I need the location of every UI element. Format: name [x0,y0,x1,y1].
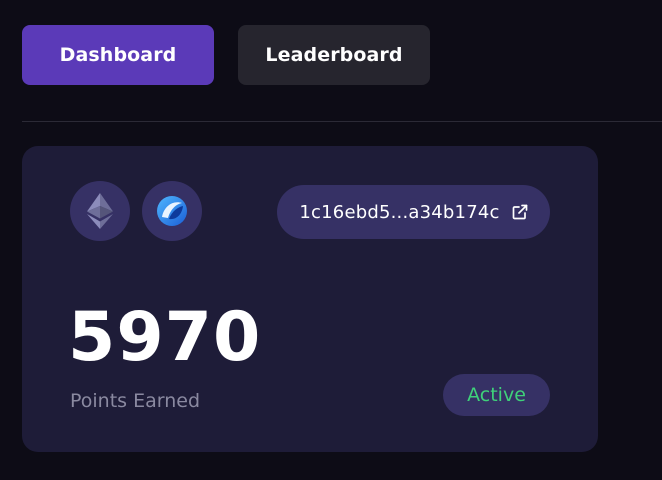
tab-leaderboard-label: Leaderboard [265,44,403,66]
tab-dashboard-label: Dashboard [59,44,177,66]
wallet-address-link[interactable]: 1c16ebd5...a34b174c [277,185,550,239]
secondary-chain-badge [142,181,202,241]
status-badge: Active [443,374,550,416]
page: Dashboard Leaderboard 1c16ebd5...a34b174… [0,0,662,480]
tab-leaderboard[interactable]: Leaderboard [238,25,430,85]
ethereum-chain-badge [70,181,130,241]
blue-swirl-chain-icon [157,196,187,226]
points-value: 5970 [68,298,262,377]
wallet-address-text: 1c16ebd5...a34b174c [299,201,500,223]
divider [22,121,662,122]
tab-dashboard[interactable]: Dashboard [22,25,214,85]
points-label: Points Earned [70,390,201,412]
ethereum-icon [87,193,113,229]
points-card: 1c16ebd5...a34b174c 5970 Points Earned A… [22,146,598,452]
external-link-icon [512,204,528,220]
